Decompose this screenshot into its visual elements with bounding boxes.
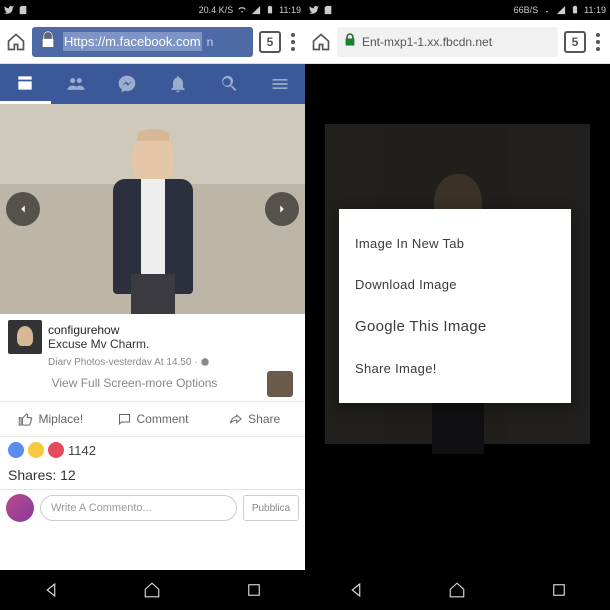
recent-button[interactable]	[550, 581, 568, 599]
sd-icon	[323, 5, 333, 15]
wifi-off-icon	[542, 5, 552, 15]
globe-icon	[200, 357, 210, 367]
like-reaction-icon	[8, 442, 24, 458]
signal-icon	[556, 5, 566, 15]
haha-reaction-icon	[28, 442, 44, 458]
reactions-bar[interactable]: 1142	[0, 437, 305, 463]
lock-icon	[38, 30, 58, 50]
view-full-link[interactable]: View Full Screen-more Options	[8, 373, 261, 396]
android-nav	[305, 570, 610, 610]
post-photo[interactable]	[0, 104, 305, 314]
menu-share-image[interactable]: Share Image!	[339, 348, 571, 389]
my-avatar[interactable]	[6, 494, 34, 522]
back-button[interactable]	[347, 581, 365, 599]
status-speed: 20.4 K/S	[199, 5, 234, 15]
url-box[interactable]: Https://m.facebook.com n	[32, 27, 253, 57]
menu-google-image[interactable]: Google This Image	[339, 305, 571, 348]
publish-button[interactable]: Pubblica	[243, 495, 299, 521]
browser-menu-icon[interactable]	[287, 33, 299, 51]
viewer-avatar[interactable]	[267, 371, 293, 397]
status-bar: 66B/S 11:19	[305, 0, 610, 20]
url-box[interactable]: Ent-mxp1-1.xx.fbcdn.net	[337, 27, 558, 57]
tab-notifications[interactable]	[152, 64, 203, 104]
url-tail: n	[207, 35, 214, 49]
comment-box: Write A Commento... Pubblica	[0, 489, 305, 526]
wifi-off-icon	[237, 5, 247, 15]
twitter-icon	[309, 5, 319, 15]
url-text: Https://m.facebook.com	[63, 32, 202, 51]
post-info: configurehow Excuse Mv Charm. Diarv Phot…	[0, 314, 305, 401]
home-icon[interactable]	[311, 32, 331, 52]
twitter-icon	[4, 5, 14, 15]
love-reaction-icon	[48, 442, 64, 458]
browser-bar: Ent-mxp1-1.xx.fbcdn.net 5	[305, 20, 610, 64]
author-name[interactable]: configurehow	[48, 323, 149, 337]
back-button[interactable]	[42, 581, 60, 599]
comment-input[interactable]: Write A Commento...	[40, 495, 237, 521]
menu-download-image[interactable]: Download Image	[339, 264, 571, 305]
like-button[interactable]: Miplace!	[0, 402, 102, 436]
shares-row[interactable]: Shares: 12	[0, 463, 305, 489]
browser-menu-icon[interactable]	[592, 33, 604, 51]
next-photo-button[interactable]	[265, 192, 299, 226]
tab-menu[interactable]	[254, 64, 305, 104]
battery-icon	[570, 5, 580, 15]
post-actions: Miplace! Comment Share	[0, 401, 305, 437]
browser-bar: Https://m.facebook.com n 5	[0, 20, 305, 64]
context-menu: Image In New Tab Download Image Google T…	[339, 209, 571, 403]
tab-feed[interactable]	[0, 64, 51, 104]
tab-count[interactable]: 5	[564, 31, 586, 53]
tab-messenger[interactable]	[102, 64, 153, 104]
image-viewer[interactable]: Image In New Tab Download Image Google T…	[305, 64, 610, 570]
battery-icon	[265, 5, 275, 15]
post-meta: Diarv Photos-vesterdav At 14.50 ·	[8, 354, 297, 371]
share-button[interactable]: Share	[203, 402, 305, 436]
post-caption: Excuse Mv Charm.	[48, 337, 149, 351]
reaction-count: 1142	[68, 443, 96, 458]
recent-button[interactable]	[245, 581, 263, 599]
status-time: 11:19	[584, 5, 606, 15]
url-text: Ent-mxp1-1.xx.fbcdn.net	[362, 35, 492, 49]
home-button[interactable]	[448, 581, 466, 599]
comment-button[interactable]: Comment	[102, 402, 204, 436]
lock-icon	[343, 33, 357, 47]
status-speed: 66B/S	[514, 5, 539, 15]
sd-icon	[18, 5, 28, 15]
menu-open-new-tab[interactable]: Image In New Tab	[339, 223, 571, 264]
status-bar: 20.4 K/S 11:19	[0, 0, 305, 20]
tab-friends[interactable]	[51, 64, 102, 104]
tab-search[interactable]	[203, 64, 254, 104]
status-time: 11:19	[279, 5, 301, 15]
facebook-nav	[0, 64, 305, 104]
prev-photo-button[interactable]	[6, 192, 40, 226]
home-button[interactable]	[143, 581, 161, 599]
tab-count[interactable]: 5	[259, 31, 281, 53]
signal-icon	[251, 5, 261, 15]
author-avatar[interactable]	[8, 320, 42, 354]
android-nav	[0, 570, 305, 610]
home-icon[interactable]	[6, 32, 26, 52]
